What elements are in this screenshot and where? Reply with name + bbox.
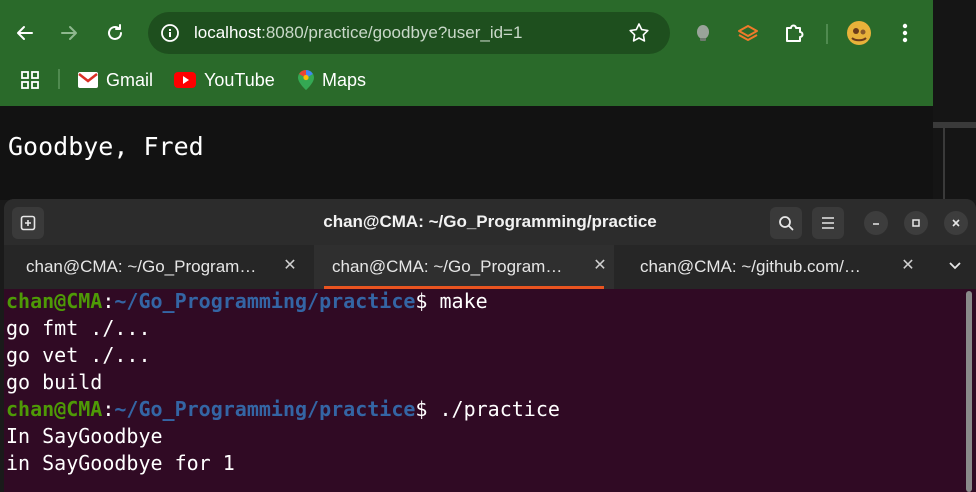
menu-kebab-icon[interactable]: [892, 20, 918, 46]
terminal-tabs: chan@CMA: ~/Go_Program… ✕ chan@CMA: ~/Go…: [4, 245, 976, 289]
toolbar-divider: [826, 24, 828, 44]
bookmark-maps[interactable]: Maps: [298, 68, 366, 92]
youtube-icon: [174, 72, 196, 88]
terminal-line: go vet ./...: [6, 343, 151, 367]
page-text: Goodbye, Fred: [8, 132, 204, 161]
terminal-tab-1[interactable]: chan@CMA: ~/Go_Program… ✕: [8, 245, 308, 289]
terminal-titlebar: chan@CMA: ~/Go_Programming/practice: [4, 199, 976, 245]
minimize-icon: [873, 223, 879, 225]
bookmark-youtube[interactable]: YouTube: [174, 68, 275, 92]
browser-window: localhost:8080/practice/goodbye?user_id=…: [0, 0, 933, 200]
bookmark-gmail[interactable]: Gmail: [78, 68, 153, 92]
terminal-line: In SayGoodbye: [6, 424, 163, 448]
site-info-icon[interactable]: [160, 23, 180, 47]
terminal-tab-3[interactable]: chan@CMA: ~/github.com/… ✕: [622, 245, 922, 289]
prompt-user: chan@CMA: [6, 289, 103, 313]
minimize-button[interactable]: [864, 211, 888, 235]
url-path: :8080/practice/goodbye?user_id=1: [261, 23, 523, 42]
tab-label: chan@CMA: ~/Go_Program…: [332, 257, 563, 276]
background-window-edge: [933, 0, 976, 200]
maps-pin-icon: [298, 70, 314, 90]
back-button[interactable]: [10, 18, 40, 48]
bookmark-label: YouTube: [204, 69, 275, 90]
address-bar[interactable]: localhost:8080/practice/goodbye?user_id=…: [148, 12, 670, 54]
extension-layers-icon[interactable]: [735, 20, 761, 46]
gmail-icon: [78, 72, 98, 88]
tab-close-icon[interactable]: ✕: [590, 255, 610, 275]
bookmark-label: Maps: [322, 69, 367, 90]
terminal-line: go fmt ./...: [6, 316, 151, 340]
forward-button[interactable]: [54, 18, 84, 48]
page-content: Goodbye, Fred: [0, 106, 933, 200]
terminal-line: chan@CMA:~/Go_Programming/practice$ ./pr…: [6, 397, 560, 421]
maximize-button[interactable]: [904, 211, 928, 235]
bookmarks-bar: Gmail YouTube Maps: [0, 62, 933, 98]
tab-close-icon[interactable]: ✕: [280, 255, 300, 275]
terminal-line: chan@CMA:~/Go_Programming/practice$ make: [6, 289, 488, 313]
reload-icon: [108, 24, 122, 40]
prompt-user: chan@CMA: [6, 397, 103, 421]
edge-line: [943, 128, 945, 200]
arrow-right-icon: [61, 26, 77, 40]
terminal-line: go build: [6, 370, 103, 394]
terminal-output[interactable]: chan@CMA:~/Go_Programming/practice$ make…: [4, 289, 976, 492]
extension-blob-icon[interactable]: [690, 20, 716, 46]
hamburger-icon: [822, 217, 834, 229]
extensions-puzzle-icon[interactable]: [781, 20, 807, 46]
search-icon: [779, 216, 794, 231]
close-window-button[interactable]: [944, 211, 968, 235]
arrow-left-icon: [17, 26, 33, 40]
bookmark-star-icon[interactable]: [628, 22, 650, 48]
url-text: localhost:8080/practice/goodbye?user_id=…: [194, 23, 522, 43]
profile-avatar[interactable]: [846, 20, 872, 46]
tab-close-icon[interactable]: ✕: [898, 255, 918, 275]
search-button[interactable]: [770, 207, 802, 239]
tab-label: chan@CMA: ~/github.com/…: [640, 257, 861, 276]
tabs-dropdown-icon[interactable]: [948, 257, 962, 276]
tab-label: chan@CMA: ~/Go_Program…: [26, 257, 257, 276]
reload-button[interactable]: [100, 18, 130, 48]
apps-grid-icon[interactable]: [20, 70, 40, 94]
bookmarks-divider: [58, 69, 60, 89]
hamburger-menu-button[interactable]: [812, 207, 844, 239]
prompt-path: ~/Go_Programming/practice: [114, 397, 416, 421]
close-icon: [952, 219, 960, 227]
url-host: localhost: [194, 23, 262, 42]
terminal-window: chan@CMA: ~/Go_Programming/practice chan…: [4, 199, 976, 492]
command: ./practice: [427, 397, 560, 421]
edge-bar: [933, 122, 976, 128]
terminal-scrollbar[interactable]: [966, 291, 972, 492]
prompt-path: ~/Go_Programming/practice: [114, 289, 416, 313]
terminal-tab-2[interactable]: chan@CMA: ~/Go_Program… ✕: [314, 245, 614, 289]
bookmark-label: Gmail: [106, 69, 154, 90]
command: make: [427, 289, 488, 313]
terminal-line: in SayGoodbye for 1: [6, 451, 235, 475]
maximize-icon: [912, 219, 920, 227]
